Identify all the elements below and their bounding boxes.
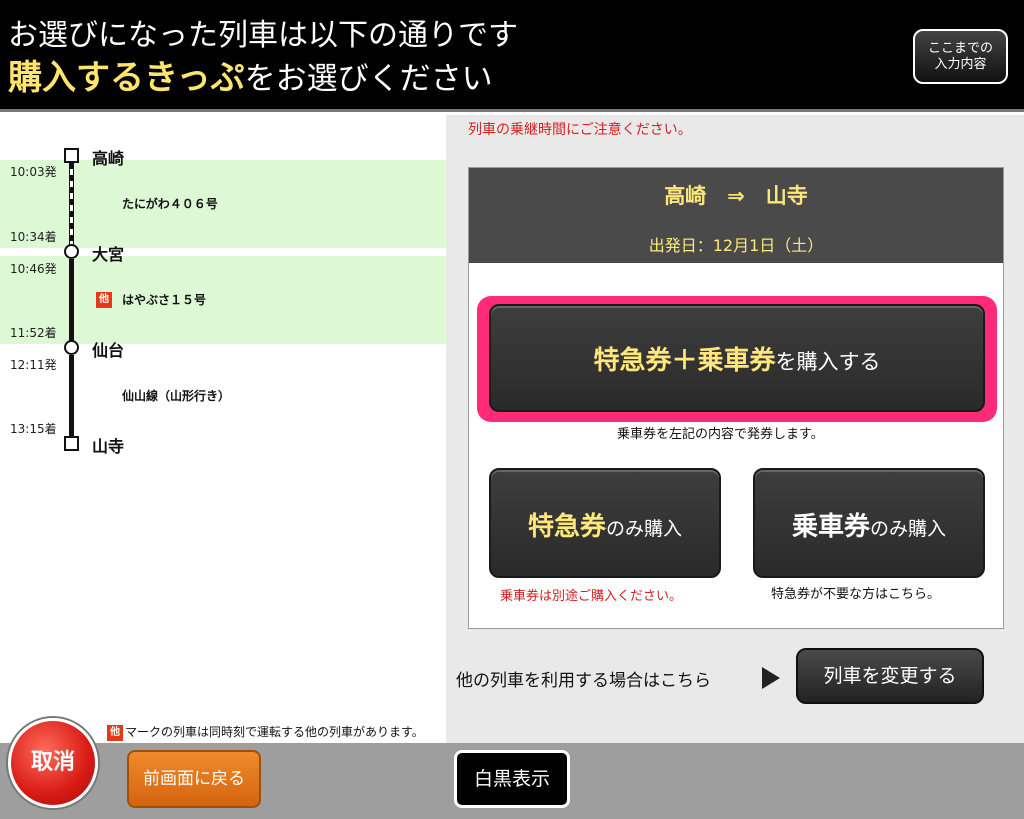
buy-ticket-only-highlight: 乗車券: [791, 512, 870, 542]
review-input-button[interactable]: ここまでの 入力内容: [913, 29, 1008, 84]
monochrome-display-button[interactable]: 白黒表示: [454, 750, 570, 808]
buy-express-only-label: 特急券のみ購入: [491, 506, 719, 543]
route-text: 高崎 ⇒ 山寺: [664, 184, 808, 208]
cancel-button[interactable]: 取消: [8, 718, 98, 808]
station-node-square: [64, 148, 79, 163]
buy-ticket-only-label: 乗車券のみ購入: [755, 506, 983, 543]
station-node-circle: [64, 244, 79, 259]
departure-date: 出発日：12月1日（土）: [648, 236, 824, 255]
buy-express-and-ticket-rest: を購入する: [775, 350, 881, 374]
route-line: [69, 259, 74, 347]
header-bar: お選びになった列車は以下の通りです 購入するきっぷをお選びください ここまでの …: [0, 0, 1024, 112]
header-instruction-rest: をお選びください: [244, 61, 493, 97]
header-instruction: 購入するきっぷをお選びください: [8, 50, 493, 99]
station-name: 高崎: [92, 149, 125, 168]
departure-time: 12:11発: [10, 358, 57, 372]
header-title: お選びになった列車は以下の通りです: [8, 18, 518, 53]
train-name: 仙山線（山形行き）: [122, 389, 231, 403]
departure-time: 10:46発: [10, 262, 57, 276]
station-node-circle: [64, 340, 79, 355]
buy-ticket-only-button[interactable]: 乗車券のみ購入: [753, 468, 985, 578]
itinerary-panel: 高崎 大宮 仙台 山寺 10:03発 10:34着 10:46発 11:52着 …: [0, 115, 446, 743]
route-line: [69, 355, 74, 443]
other-train-mark-icon: 他: [107, 724, 123, 741]
arrival-time: 10:34着: [10, 230, 57, 244]
arrival-time: 11:52着: [10, 326, 57, 340]
express-only-note: 乗車券は別途ご購入ください。: [500, 589, 683, 604]
change-train-button[interactable]: 列車を変更する: [796, 648, 984, 704]
buy-express-and-ticket-highlight: 特急券＋乗車券: [593, 346, 776, 376]
header-instruction-highlight: 購入するきっぷ: [8, 58, 245, 98]
station-name: 仙台: [92, 341, 125, 360]
route-header: 高崎 ⇒ 山寺 出発日：12月1日（土）: [469, 168, 1003, 263]
segment-band: [0, 160, 446, 248]
other-train-mark-icon: 他: [96, 292, 112, 308]
buy-express-only-rest: のみ購入: [606, 518, 683, 540]
play-arrow-icon: [762, 667, 780, 689]
station-name: 大宮: [92, 245, 125, 264]
arrival-time: 13:15着: [10, 422, 57, 436]
departure-time: 10:03発: [10, 165, 57, 179]
buy-express-only-button[interactable]: 特急券のみ購入: [489, 468, 721, 578]
buy-express-and-ticket-label: 特急券＋乗車券を購入する: [491, 340, 983, 377]
review-input-line1: ここまでの: [927, 41, 993, 56]
train-name: はやぶさ１５号: [122, 293, 207, 307]
buy-ticket-only-rest: のみ購入: [870, 518, 947, 540]
ticket-selection-panel: 列車の乗継時間にご注意ください。 高崎 ⇒ 山寺 出発日：12月1日（土） 特急…: [446, 115, 1024, 743]
transfer-caution: 列車の乗継時間にご注意ください。: [468, 122, 692, 138]
change-train-prompt: 他の列車を利用する場合はこちら: [456, 671, 711, 691]
back-button[interactable]: 前画面に戻る: [127, 750, 261, 808]
train-name: たにがわ４０６号: [122, 197, 218, 211]
route-line-dashed: [69, 163, 74, 251]
buy-express-and-ticket-button[interactable]: 特急券＋乗車券を購入する: [489, 304, 985, 412]
other-train-note-text: マークの列車は同時刻で運転する他の列車があります。: [125, 725, 424, 739]
review-input-line2: 入力内容: [934, 57, 987, 72]
ticket-only-note: 特急券が不要な方はこちら。: [771, 587, 941, 602]
ticket-card: 高崎 ⇒ 山寺 出発日：12月1日（土） 特急券＋乗車券を購入する 乗車券を左記…: [468, 167, 1004, 629]
station-node-square: [64, 436, 79, 451]
segment-band: [0, 256, 446, 344]
other-train-note: 他マークの列車は同時刻で運転する他の列車があります。: [107, 723, 424, 741]
buy-express-only-highlight: 特急券: [527, 512, 606, 542]
primary-note: 乗車券を左記の内容で発券します。: [617, 427, 824, 442]
station-name: 山寺: [92, 437, 125, 456]
